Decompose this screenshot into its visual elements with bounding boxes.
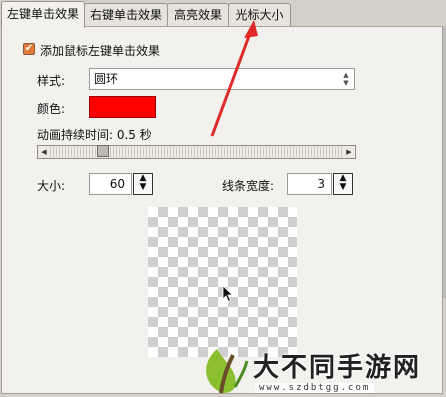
spin-arrows-icon: ▲ ▼ — [343, 71, 349, 87]
color-swatch-button[interactable] — [89, 96, 156, 118]
watermark-url: www.szdbtgg.com — [255, 383, 375, 393]
size-input[interactable]: 60 — [89, 173, 132, 195]
style-label: 样式: — [37, 74, 66, 88]
spin-up-down-icon: ▲ ▼ — [139, 173, 147, 192]
style-select-value: 圆环 — [94, 72, 119, 86]
tab-highlight[interactable]: 高亮效果 — [167, 3, 229, 26]
color-label: 颜色: — [37, 102, 66, 116]
watermark-title: 大不同手游网 — [253, 353, 422, 383]
slider-thumb[interactable] — [97, 145, 109, 157]
effect-preview-area[interactable] — [148, 207, 297, 357]
size-spin-button[interactable]: ▲ ▼ — [133, 173, 153, 195]
spin-up-down-icon: ▲ ▼ — [339, 173, 347, 192]
leaf-logo-icon — [206, 349, 249, 394]
tab-left-click[interactable]: 左键单击效果 — [1, 1, 85, 28]
slider-left-arrow-icon[interactable]: ◀ — [38, 146, 50, 158]
enable-click-effect-checkbox[interactable]: ✔ — [23, 43, 35, 55]
tab-bar: 左键单击效果 右键单击效果 高亮效果 光标大小 — [0, 0, 446, 28]
duration-slider[interactable]: ◀ ▶ — [37, 145, 356, 159]
watermark: 大不同手游网 www.szdbtgg.com — [195, 343, 446, 397]
enable-click-effect-label: 添加鼠标左键单击效果 — [40, 44, 161, 58]
line-width-label: 线条宽度: — [222, 179, 275, 193]
tab-right-click[interactable]: 右键单击效果 — [84, 3, 168, 26]
size-label: 大小: — [37, 179, 66, 193]
tab-cursor-size[interactable]: 光标大小 — [228, 3, 291, 26]
line-width-input[interactable]: 3 — [287, 173, 332, 195]
style-select[interactable]: 圆环 ▲ ▼ — [89, 68, 355, 90]
mouse-cursor-icon — [222, 285, 234, 303]
slider-track[interactable] — [50, 147, 343, 157]
duration-label: 动画持续时间: 0.5 秒 — [37, 128, 152, 142]
line-width-spin-button[interactable]: ▲ ▼ — [333, 173, 353, 195]
slider-right-arrow-icon[interactable]: ▶ — [343, 146, 355, 158]
